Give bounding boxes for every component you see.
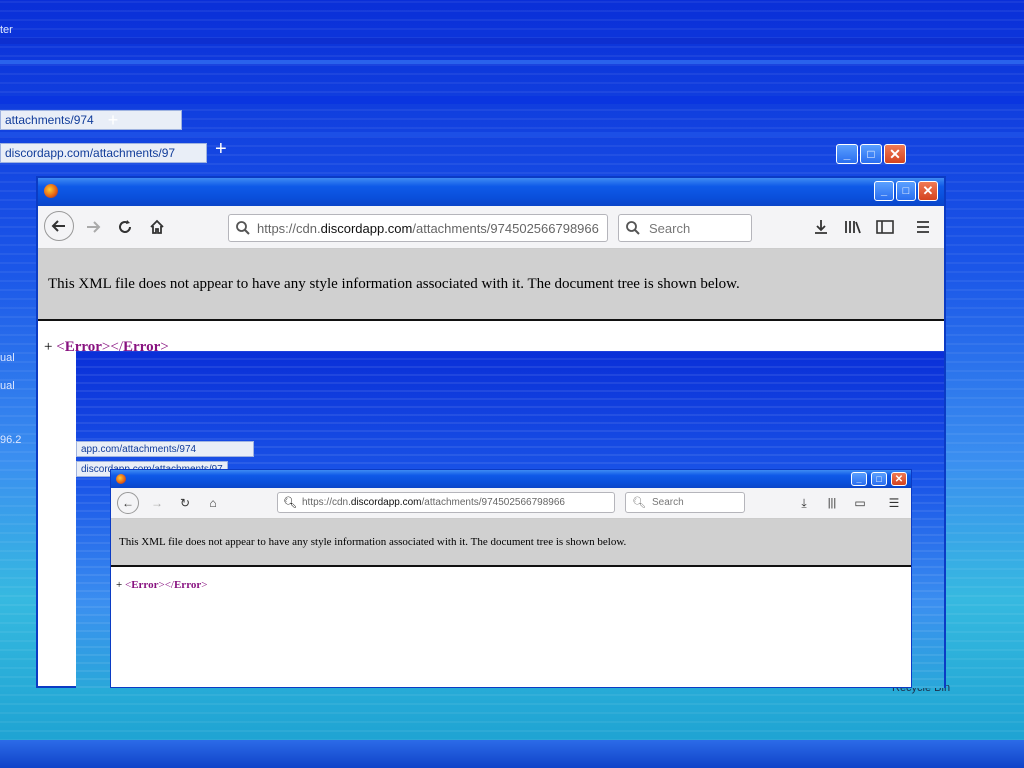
forward-arrow-icon: →: [151, 496, 163, 510]
glitch-band: [0, 96, 1024, 104]
xml-tree: + <Error></Error>: [116, 579, 207, 591]
search-placeholder: Search: [651, 497, 684, 508]
url-host: discordapp.com: [350, 497, 422, 508]
reload-icon: [119, 220, 131, 233]
url-host: discordapp.com: [320, 220, 413, 236]
home-button[interactable]: [146, 216, 168, 238]
ghost-tab-strip: attachments/974 +: [0, 110, 182, 130]
ghost-tab-strip: app.com/attachments/974: [76, 441, 254, 457]
nested-browser-window: _ □ ✕ ← → ↻ ⌂ 🔍︎ https://cdn.discordapp.…: [110, 469, 912, 688]
search-icon: [626, 221, 640, 235]
nested-url-bar: 🔍︎ https://cdn.discordapp.com/attachment…: [277, 492, 615, 513]
search-lens-icon: 🔍︎: [283, 497, 297, 509]
maximize-icon: □: [871, 472, 887, 486]
download-icon: [815, 220, 827, 234]
hamburger-menu-icon: ☰: [888, 496, 900, 510]
glitch-band: [0, 60, 1024, 64]
glitch-band: [0, 132, 1024, 137]
back-arrow-icon: ←: [117, 492, 139, 514]
forward-arrow-icon: [87, 221, 101, 233]
xml-open-tag: Error: [131, 579, 159, 591]
minimize-icon: _: [836, 144, 858, 164]
home-icon: [150, 219, 164, 234]
desktop-icon-label[interactable]: ual: [0, 380, 15, 392]
desktop-icon-label[interactable]: ual: [0, 352, 15, 364]
url-prefix: https://cdn.: [257, 220, 321, 236]
library-icon: [845, 221, 861, 234]
desktop-icon-label[interactable]: ter: [0, 24, 13, 36]
tree-toggle: +: [116, 579, 123, 591]
nested-title-bar: _ □ ✕: [111, 470, 911, 488]
page-content: This XML file does not appear to have an…: [38, 249, 944, 688]
desktop-icon-label[interactable]: 96.2: [0, 434, 21, 446]
minimize-icon: _: [851, 472, 867, 486]
ghost-window-controls: _ □ ✕: [836, 144, 910, 166]
sidebar-button[interactable]: [874, 216, 896, 238]
glitch-band: [0, 38, 1024, 44]
forward-button[interactable]: [82, 216, 104, 238]
ghost-tab-label: app.com/attachments/974: [81, 443, 197, 455]
firefox-icon: [44, 184, 58, 198]
ghost-tab-label: attachments/974: [5, 113, 94, 127]
xml-bracket: </: [164, 579, 174, 591]
close-icon: ✕: [884, 144, 906, 164]
firefox-icon: [116, 474, 126, 484]
back-button[interactable]: [44, 211, 74, 241]
search-placeholder: Search: [649, 220, 691, 236]
maximize-button[interactable]: □: [896, 181, 916, 201]
url-text: https://cdn.discordapp.com/attachments/9…: [302, 497, 565, 508]
back-arrow-icon: [51, 220, 65, 232]
sidebar-icon: ▭: [854, 496, 866, 510]
menu-button[interactable]: [912, 216, 934, 238]
search-icon: 🔍︎: [632, 497, 646, 509]
ghost-tab-label: discordapp.com/attachments/97: [5, 146, 176, 160]
close-icon: ✕: [891, 472, 907, 486]
reload-button[interactable]: [114, 216, 136, 238]
ghost-tab-strip: discordapp.com/attachments/97: [0, 143, 207, 163]
download-icon: ⤓: [801, 495, 807, 510]
home-icon: ⌂: [209, 496, 217, 510]
close-button[interactable]: ✕: [918, 181, 938, 201]
url-text: https://cdn.discordapp.com/attachments/9…: [257, 221, 599, 236]
nested-toolbar: ← → ↻ ⌂ 🔍︎ https://cdn.discordapp.com/at…: [111, 488, 911, 519]
reload-icon: ↻: [179, 496, 191, 510]
url-path: /attachments/974502566798966: [412, 220, 599, 236]
xml-style-notice: This XML file does not appear to have an…: [111, 519, 911, 567]
library-button[interactable]: [842, 216, 864, 238]
url-prefix: https://cdn.: [301, 497, 351, 508]
url-path: /attachments/974502566798966: [421, 497, 565, 508]
glitch-overlay: app.com/attachments/974 discordapp.com/a…: [76, 351, 944, 688]
nested-page-content: This XML file does not appear to have an…: [111, 519, 911, 687]
navigation-toolbar: https://cdn.discordapp.com/attachments/9…: [38, 206, 944, 249]
sidebar-icon: [876, 220, 894, 234]
browser-window[interactable]: _ □ ✕ https://cdn.discordapp.com/attachm…: [36, 176, 946, 688]
maximize-icon: □: [860, 144, 882, 164]
new-tab-icon[interactable]: +: [215, 138, 227, 161]
hamburger-menu-icon: [917, 221, 929, 233]
tree-toggle[interactable]: +: [44, 339, 52, 355]
downloads-button[interactable]: [810, 216, 832, 238]
url-bar[interactable]: https://cdn.discordapp.com/attachments/9…: [228, 214, 608, 242]
nested-search-input: 🔍︎ Search: [625, 492, 745, 513]
xml-bracket: >: [201, 579, 208, 591]
minimize-button[interactable]: _: [874, 181, 894, 201]
search-lens-icon: [236, 221, 250, 235]
search-input[interactable]: Search: [618, 214, 752, 242]
taskbar[interactable]: [0, 740, 1024, 768]
xml-close-tag: Error: [173, 579, 202, 591]
title-bar[interactable]: _ □ ✕: [38, 178, 944, 206]
new-tab-icon: +: [107, 110, 119, 130]
xml-bracket: <: [56, 339, 65, 355]
library-icon: |||: [827, 497, 837, 509]
xml-style-notice: This XML file does not appear to have an…: [38, 249, 944, 321]
